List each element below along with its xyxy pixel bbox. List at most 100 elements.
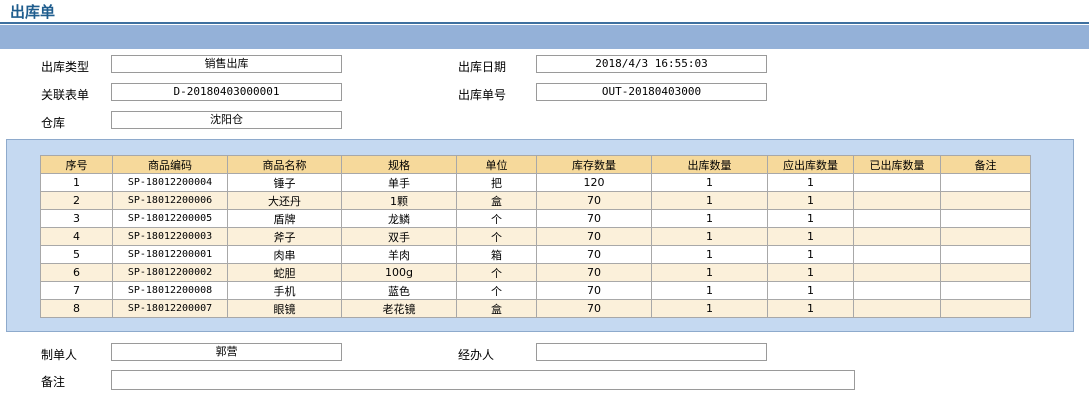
- column-header[interactable]: 商品名称: [227, 155, 342, 174]
- column-header[interactable]: 备注: [940, 155, 1031, 174]
- outbound-date-label: 出库日期: [458, 60, 507, 74]
- unit-cell: 个: [456, 263, 537, 282]
- remark-field[interactable]: [111, 370, 855, 390]
- spec-cell: 100g: [341, 263, 457, 282]
- product-code-cell: SP-18012200007: [112, 299, 228, 318]
- spec-cell: 双手: [341, 227, 457, 246]
- outbound-no-label: 出库单号: [458, 88, 507, 102]
- title-bar: 出库单: [0, 0, 1089, 24]
- handler-label: 经办人: [458, 348, 495, 362]
- spec-cell: 龙鳞: [341, 209, 457, 228]
- row-index-cell: 8: [40, 299, 113, 318]
- column-header[interactable]: 规格: [341, 155, 457, 174]
- spec-cell: 1颗: [341, 191, 457, 210]
- outbound-no-field[interactable]: OUT-20180403000: [536, 83, 767, 101]
- spec-cell: 羊肉: [341, 245, 457, 264]
- table-row[interactable]: 3 SP-18012200005 盾牌 龙鳞个 70 1 1: [40, 209, 1031, 228]
- expected-qty-cell: 1: [767, 299, 854, 318]
- expected-qty-cell: 1: [767, 281, 854, 300]
- row-remark-cell: [940, 245, 1031, 264]
- outbound-qty-cell: 1: [651, 299, 768, 318]
- stock-qty-cell: 120: [536, 173, 652, 192]
- expected-qty-cell: 1: [767, 245, 854, 264]
- table-row[interactable]: 2 SP-18012200006 大还丹 1颗盒 70 1 1: [40, 191, 1031, 210]
- column-header[interactable]: 已出库数量: [853, 155, 941, 174]
- stock-qty-cell: 70: [536, 245, 652, 264]
- creator-label: 制单人: [41, 348, 78, 362]
- handler-field[interactable]: [536, 343, 767, 361]
- unit-cell: 个: [456, 281, 537, 300]
- column-header[interactable]: 出库数量: [651, 155, 768, 174]
- outbound-qty-cell: 1: [651, 281, 768, 300]
- spec-cell: 蓝色: [341, 281, 457, 300]
- product-name-cell: 手机: [227, 281, 342, 300]
- outbound-qty-cell: 1: [651, 173, 768, 192]
- product-name-cell: 斧子: [227, 227, 342, 246]
- row-index-cell: 6: [40, 263, 113, 282]
- spec-cell: 单手: [341, 173, 457, 192]
- outbound-qty-cell: 1: [651, 263, 768, 282]
- column-header[interactable]: 应出库数量: [767, 155, 854, 174]
- table-header-row: 序号 商品编码 商品名称 规格 单位 库存数量 出库数量 应出库数量 已出库数量…: [40, 155, 1031, 174]
- product-name-cell: 锤子: [227, 173, 342, 192]
- unit-cell: 个: [456, 227, 537, 246]
- product-code-cell: SP-18012200003: [112, 227, 228, 246]
- expected-qty-cell: 1: [767, 263, 854, 282]
- creator-field[interactable]: 郭营: [111, 343, 342, 361]
- outbound-date-field[interactable]: 2018/4/3 16:55:03: [536, 55, 767, 73]
- expected-qty-cell: 1: [767, 173, 854, 192]
- row-remark-cell: [940, 263, 1031, 282]
- outbound-qty-cell: 1: [651, 227, 768, 246]
- toolbar-band: [0, 25, 1089, 49]
- page-title: 出库单: [10, 3, 56, 21]
- spec-cell: 老花镜: [341, 299, 457, 318]
- row-remark-cell: [940, 281, 1031, 300]
- table-row[interactable]: 4 SP-18012200003 斧子 双手个 70 1 1: [40, 227, 1031, 246]
- column-header[interactable]: 库存数量: [536, 155, 652, 174]
- table-row[interactable]: 8 SP-18012200007 眼镜 老花镜盒 70 1 1: [40, 299, 1031, 318]
- expected-qty-cell: 1: [767, 227, 854, 246]
- product-code-cell: SP-18012200005: [112, 209, 228, 228]
- row-remark-cell: [940, 299, 1031, 318]
- product-name-cell: 盾牌: [227, 209, 342, 228]
- outbound-type-label: 出库类型: [41, 60, 90, 74]
- table-row[interactable]: 5 SP-18012200001 肉串 羊肉箱 70 1 1: [40, 245, 1031, 264]
- row-index-cell: 7: [40, 281, 113, 300]
- warehouse-field[interactable]: 沈阳仓: [111, 111, 342, 129]
- shipped-qty-cell: [853, 299, 941, 318]
- product-code-cell: SP-18012200001: [112, 245, 228, 264]
- outbound-qty-cell: 1: [651, 245, 768, 264]
- stock-qty-cell: 70: [536, 209, 652, 228]
- row-index-cell: 2: [40, 191, 113, 210]
- shipped-qty-cell: [853, 227, 941, 246]
- column-header[interactable]: 序号: [40, 155, 113, 174]
- table-row[interactable]: 6 SP-18012200002 蛇胆 100g 个 70 1 1: [40, 263, 1031, 282]
- remark-label: 备注: [41, 375, 66, 389]
- unit-cell: 盒: [456, 299, 537, 318]
- warehouse-label: 仓库: [41, 116, 66, 130]
- row-index-cell: 1: [40, 173, 113, 192]
- table-row[interactable]: 7 SP-18012200008 手机 蓝色个 70 1 1: [40, 281, 1031, 300]
- related-order-label: 关联表单: [41, 88, 90, 102]
- product-name-cell: 大还丹: [227, 191, 342, 210]
- stock-qty-cell: 70: [536, 263, 652, 282]
- related-order-field[interactable]: D-20180403000001: [111, 83, 342, 101]
- product-code-cell: SP-18012200002: [112, 263, 228, 282]
- outbound-qty-cell: 1: [651, 191, 768, 210]
- row-remark-cell: [940, 227, 1031, 246]
- outbound-type-field[interactable]: 销售出库: [111, 55, 342, 73]
- column-header[interactable]: 商品编码: [112, 155, 228, 174]
- table-row[interactable]: 1 SP-18012200004 锤子 单手把 120 1 1: [40, 173, 1031, 192]
- unit-cell: 把: [456, 173, 537, 192]
- row-index-cell: 5: [40, 245, 113, 264]
- stock-qty-cell: 70: [536, 227, 652, 246]
- product-code-cell: SP-18012200004: [112, 173, 228, 192]
- product-name-cell: 蛇胆: [227, 263, 342, 282]
- items-table: 序号 商品编码 商品名称 规格 单位 库存数量 出库数量 应出库数量 已出库数量…: [40, 155, 1031, 318]
- unit-cell: 个: [456, 209, 537, 228]
- column-header[interactable]: 单位: [456, 155, 537, 174]
- unit-cell: 盒: [456, 191, 537, 210]
- shipped-qty-cell: [853, 173, 941, 192]
- row-remark-cell: [940, 191, 1031, 210]
- product-name-cell: 肉串: [227, 245, 342, 264]
